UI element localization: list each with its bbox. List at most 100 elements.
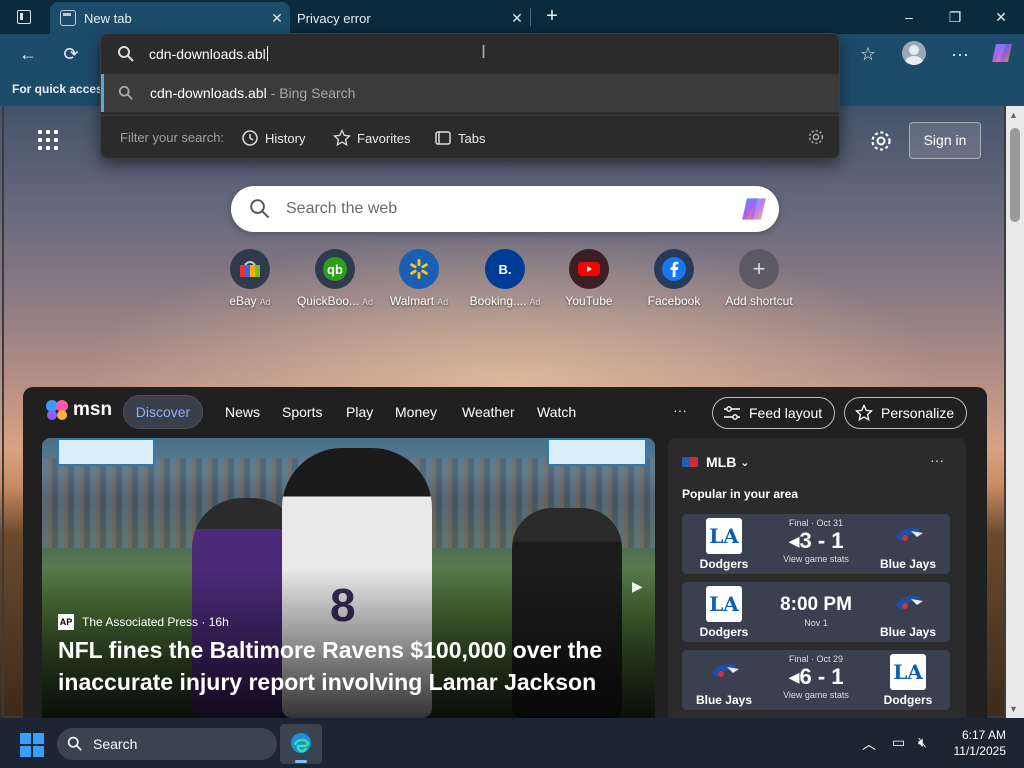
refresh-icon[interactable]: ⟳ bbox=[57, 40, 85, 68]
maximize-button[interactable]: ❐ bbox=[932, 4, 978, 30]
svg-text:qb: qb bbox=[327, 262, 343, 277]
start-button[interactable] bbox=[20, 733, 44, 757]
new-tab-favicon-icon bbox=[60, 10, 76, 26]
network-icon[interactable]: ▭ bbox=[892, 734, 905, 751]
stadium-banner bbox=[57, 438, 155, 466]
ebay-icon bbox=[230, 249, 270, 289]
popular-subtitle: Popular in your area bbox=[682, 487, 799, 501]
search-icon bbox=[118, 46, 134, 62]
nav-play[interactable]: Play bbox=[346, 404, 373, 420]
filter-tabs-label: Tabs bbox=[458, 130, 486, 146]
taskbar-search[interactable]: Search bbox=[57, 728, 277, 760]
tab-privacy-error[interactable]: Privacy error ✕ bbox=[290, 2, 530, 34]
nav-money[interactable]: Money bbox=[395, 404, 437, 420]
history-icon bbox=[242, 130, 258, 146]
tab-new-tab[interactable]: New tab ✕ bbox=[50, 2, 290, 34]
nav-watch[interactable]: Watch bbox=[537, 404, 576, 420]
add-shortcut-button[interactable]: + Add shortcut bbox=[714, 249, 804, 308]
scrollbar-thumb[interactable] bbox=[1010, 128, 1020, 222]
tab-divider bbox=[530, 8, 531, 26]
mlb-scores-card: MLB ⌄ ··· Popular in your area LA Dodgers… bbox=[668, 438, 966, 718]
profile-avatar[interactable] bbox=[902, 41, 926, 65]
blue-jays-logo-icon bbox=[890, 518, 926, 554]
shortcut-quickbooks[interactable]: qb QuickBoo... Ad bbox=[290, 249, 380, 308]
blue-jays-logo-icon bbox=[890, 586, 926, 622]
filter-history-label: History bbox=[265, 130, 306, 146]
sparkle-star-icon bbox=[855, 404, 873, 422]
shortcut-youtube[interactable]: YouTube bbox=[544, 249, 634, 308]
game-row[interactable]: Blue Jays Final · Oct 29 ◂6 - 1 View game … bbox=[682, 650, 950, 710]
sign-in-button[interactable]: Sign in bbox=[909, 122, 981, 159]
filter-favorites-button[interactable]: Favorites bbox=[333, 127, 410, 149]
filter-history-button[interactable]: History bbox=[241, 127, 305, 149]
card-more-button[interactable]: ··· bbox=[930, 452, 944, 468]
nav-more-button[interactable]: ··· bbox=[673, 402, 687, 418]
ap-logo-icon: AP bbox=[58, 614, 74, 630]
shortcut-label: Booking.... Ad bbox=[469, 294, 541, 308]
page-scrollbar[interactable]: ▲ ▼ bbox=[1006, 106, 1024, 718]
shortcut-facebook[interactable]: Facebook bbox=[629, 249, 719, 308]
shortcut-label: Facebook bbox=[647, 294, 701, 308]
search-icon bbox=[250, 199, 270, 219]
tab-label: New tab bbox=[84, 10, 132, 26]
address-bar-input[interactable]: cdn-downloads.abl bbox=[101, 34, 839, 74]
shortcut-label: Walmart Ad bbox=[389, 294, 449, 308]
suggestion-text: cdn-downloads.abl - Bing Search bbox=[150, 85, 356, 101]
scroll-up-icon[interactable]: ▲ bbox=[1009, 110, 1018, 120]
msn-butterfly-icon bbox=[46, 400, 68, 420]
shortcut-ebay[interactable]: eBay Ad bbox=[205, 249, 295, 308]
copilot-icon[interactable] bbox=[990, 42, 1014, 64]
address-bar-value: cdn-downloads.abl bbox=[149, 46, 268, 62]
copilot-icon[interactable] bbox=[739, 196, 769, 222]
address-bar-dropdown: cdn-downloads.abl I cdn-downloads.abl - … bbox=[100, 33, 840, 159]
game-row[interactable]: LA Dodgers 8:00 PM Nov 1 Blue Jays bbox=[682, 582, 950, 642]
title-bar: New tab ✕ Privacy error ✕ + – ❐ ✕ bbox=[0, 0, 1024, 34]
hero-news-card[interactable]: 8 ▶ AP The Associated Press · 16h NFL fi… bbox=[42, 438, 655, 718]
system-clock[interactable]: 6:17 AM 11/1/2025 bbox=[944, 727, 1007, 759]
apps-launcher-icon[interactable] bbox=[38, 130, 58, 150]
scroll-down-icon[interactable]: ▼ bbox=[1009, 704, 1018, 714]
plus-icon: + bbox=[739, 249, 779, 289]
mlb-logo-icon bbox=[682, 457, 698, 467]
msn-feed: msn Discover News Sports Play Money Weat… bbox=[23, 387, 987, 718]
settings-gear-icon[interactable] bbox=[869, 129, 893, 153]
dodgers-logo-icon: LA bbox=[890, 654, 926, 690]
league-selector[interactable]: MLB ⌄ bbox=[682, 454, 749, 470]
msn-logo[interactable]: msn bbox=[45, 399, 112, 421]
more-options-icon[interactable]: ··· bbox=[946, 40, 974, 68]
back-arrow-icon[interactable]: ← bbox=[14, 40, 42, 68]
new-tab-button[interactable]: + bbox=[540, 4, 564, 28]
shortcut-label: YouTube bbox=[565, 294, 613, 308]
favorites-bar-text: For quick access bbox=[12, 82, 110, 96]
volume-muted-icon[interactable]: 🔇︎ bbox=[918, 734, 927, 751]
shortcut-walmart[interactable]: Walmart Ad bbox=[374, 249, 464, 308]
star-icon bbox=[333, 129, 351, 147]
nav-sports[interactable]: Sports bbox=[282, 404, 322, 420]
shortcut-booking[interactable]: B. Booking.... Ad bbox=[460, 249, 550, 308]
edge-icon bbox=[291, 733, 311, 753]
nav-news[interactable]: News bbox=[225, 404, 260, 420]
tab-actions-button[interactable] bbox=[8, 5, 40, 29]
taskbar-edge-button[interactable] bbox=[280, 724, 322, 764]
web-search-box[interactable]: Search the web bbox=[231, 186, 779, 232]
carousel-next-icon[interactable]: ▶ bbox=[632, 578, 643, 595]
suggestion-row[interactable]: cdn-downloads.abl - Bing Search bbox=[101, 74, 839, 112]
hero-headline[interactable]: NFL fines the Baltimore Ravens $100,000 … bbox=[58, 634, 638, 698]
tab-close-icon[interactable]: ✕ bbox=[504, 10, 530, 27]
show-hidden-icons-chevron-icon[interactable]: ︿ bbox=[862, 734, 876, 754]
nav-weather[interactable]: Weather bbox=[462, 404, 515, 420]
search-placeholder: Search the web bbox=[286, 200, 398, 217]
close-window-button[interactable]: ✕ bbox=[978, 4, 1024, 30]
feed-layout-button[interactable]: Feed layout bbox=[712, 397, 836, 429]
nav-discover[interactable]: Discover bbox=[123, 395, 203, 429]
tab-close-icon[interactable]: ✕ bbox=[264, 10, 290, 27]
blue-jays-logo-icon bbox=[706, 654, 742, 690]
personalize-button[interactable]: Personalize bbox=[844, 397, 968, 429]
gear-icon[interactable] bbox=[807, 128, 825, 146]
minimize-button[interactable]: – bbox=[886, 4, 932, 30]
favorites-star-icon[interactable]: ☆ bbox=[854, 40, 882, 68]
active-indicator bbox=[295, 760, 307, 763]
filter-tabs-button[interactable]: Tabs bbox=[434, 127, 485, 149]
game-row[interactable]: LA Dodgers Final · Oct 31 ◂3 - 1 View game … bbox=[682, 514, 950, 574]
sliders-icon bbox=[724, 406, 740, 420]
